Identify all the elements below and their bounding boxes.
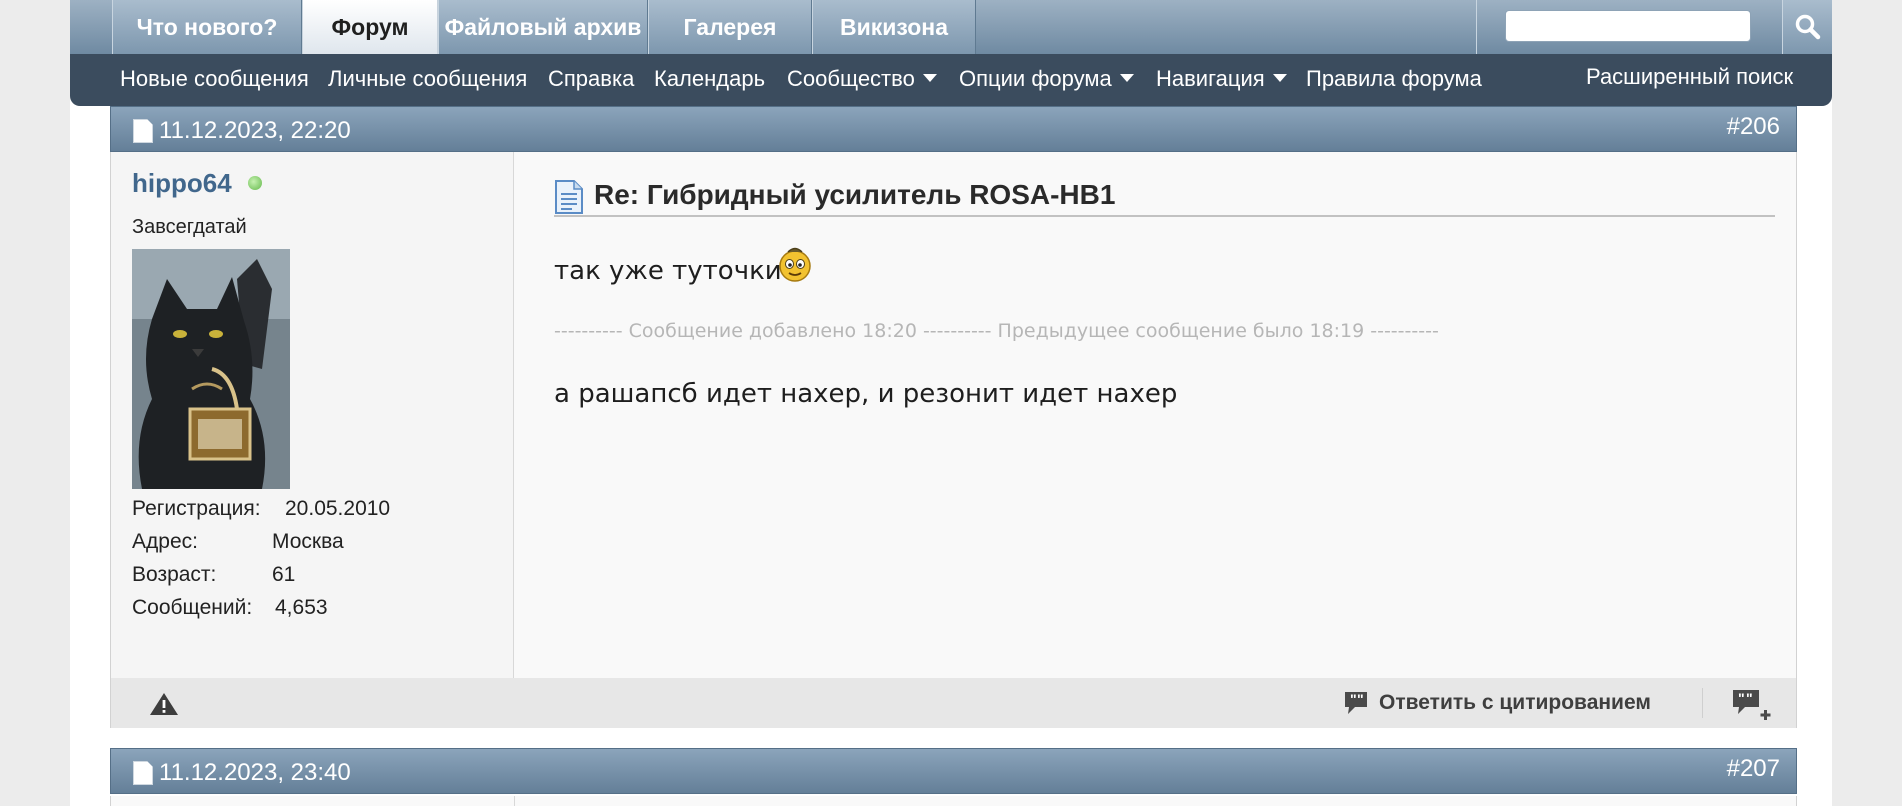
tab-label: Форум: [331, 13, 409, 40]
search-separator: [1476, 0, 1477, 54]
stat-label: Регистрация:: [132, 497, 261, 520]
stat-value: Москва: [272, 530, 344, 553]
subnav-new-posts[interactable]: Новые сообщения: [120, 66, 309, 92]
post-header: 11.12.2023, 23:40 #207: [110, 748, 1797, 794]
user-info-divider: [514, 796, 515, 806]
merge-notice: ---------- Сообщение добавлено 18:20 ---…: [554, 320, 1439, 342]
tab-label: Файловый архив: [444, 13, 642, 40]
tab-forum[interactable]: Форум: [302, 0, 438, 54]
reply-with-quote-label: Ответить с цитированием: [1379, 691, 1651, 714]
secondary-navigation: Новые сообщения Личные сообщения Справка…: [70, 54, 1832, 106]
post-number-link[interactable]: #207: [1727, 755, 1780, 783]
document-icon: [555, 180, 583, 214]
tab-label: Что нового?: [136, 13, 278, 40]
post-body: [110, 796, 1797, 806]
advanced-search-link[interactable]: Расширенный поиск: [1586, 64, 1793, 90]
avatar-cat-image: [132, 249, 290, 489]
post-number-link[interactable]: #206: [1727, 113, 1780, 141]
stat-label: Сообщений:: [132, 596, 253, 619]
tab-file-archive[interactable]: Файловый архив: [438, 0, 648, 54]
message-line: а рашапсб идет нахер, и резонит идет нах…: [554, 379, 1178, 409]
post-icon: [133, 119, 153, 143]
online-status-icon: [248, 176, 262, 190]
post-date-text: 11.12.2023, 23:40: [159, 759, 351, 786]
user-stat-age: Возраст: 61: [132, 563, 295, 587]
stat-label: Возраст:: [132, 563, 217, 586]
message-line: так уже туточки: [554, 256, 782, 286]
subnav-navigation[interactable]: Навигация: [1156, 66, 1287, 92]
tab-label: Галерея: [683, 13, 777, 40]
footer-separator: [1702, 688, 1703, 718]
post-date: 11.12.2023, 22:20: [133, 117, 351, 145]
post-footer: " " Ответить с цитированием " ": [110, 678, 1797, 728]
subnav-label: Навигация: [1156, 66, 1265, 91]
subnav-calendar[interactable]: Календарь: [654, 66, 765, 92]
user-stat-registration: Регистрация: 20.05.2010: [132, 497, 390, 521]
post-body: hippo64 Завсегдатай Регистрация: 20.05.20…: [110, 152, 1797, 678]
quote-bubble-icon: " ": [1345, 691, 1367, 714]
subnav-forum-rules[interactable]: Правила форума: [1306, 66, 1482, 92]
post-title: Re: Гибридный усилитель ROSA-HB1: [554, 180, 1775, 217]
smiley-icon: [779, 247, 811, 282]
svg-text:": ": [1350, 691, 1357, 707]
subnav-community[interactable]: Сообщество: [787, 66, 937, 92]
user-info-panel: hippo64 Завсегдатай Регистрация: 20.05.20…: [111, 152, 514, 678]
username-link[interactable]: hippo64: [132, 168, 232, 199]
caret-down-icon: [1119, 74, 1134, 82]
post-title-text: Re: Гибридный усилитель ROSA-HB1: [594, 179, 1116, 210]
svg-text:": ": [1738, 690, 1745, 706]
subnav-label: Опции форума: [959, 66, 1112, 91]
stat-value: 20.05.2010: [285, 497, 391, 520]
tab-whats-new[interactable]: Что нового?: [112, 0, 302, 54]
stat-value: 4,653: [275, 596, 328, 619]
svg-text:": ": [1357, 691, 1364, 707]
reply-with-quote-button[interactable]: " " Ответить с цитированием: [1343, 688, 1651, 718]
post-header: 11.12.2023, 22:20 #206: [110, 106, 1797, 152]
avatar[interactable]: [132, 249, 290, 489]
search-button[interactable]: [1782, 0, 1832, 54]
subnav-private-messages[interactable]: Личные сообщения: [328, 66, 527, 92]
subnav-label: Сообщество: [787, 66, 915, 91]
multi-quote-icon[interactable]: " ": [1731, 688, 1773, 720]
post-date: 11.12.2023, 23:40: [133, 759, 351, 787]
subnav-help[interactable]: Справка: [548, 66, 634, 92]
tab-label: Викизона: [840, 13, 948, 40]
stat-label: Адрес:: [132, 530, 198, 553]
user-title: Завсегдатай: [132, 216, 247, 238]
caret-down-icon: [922, 74, 937, 82]
search-input[interactable]: [1505, 10, 1751, 42]
user-stat-address: Адрес: Москва: [132, 530, 344, 554]
tab-gallery[interactable]: Галерея: [648, 0, 812, 54]
stat-value: 61: [272, 563, 296, 586]
search-icon: [1795, 14, 1820, 40]
user-stat-posts: Сообщений: 4,653: [132, 596, 328, 620]
subnav-forum-options[interactable]: Опции форума: [959, 66, 1134, 92]
report-post-icon[interactable]: [149, 692, 179, 716]
caret-down-icon: [1272, 74, 1287, 82]
post-icon: [133, 761, 153, 785]
svg-text:": ": [1746, 690, 1753, 706]
post-date-text: 11.12.2023, 22:20: [159, 117, 351, 144]
tab-wikizone[interactable]: Викизона: [812, 0, 976, 54]
